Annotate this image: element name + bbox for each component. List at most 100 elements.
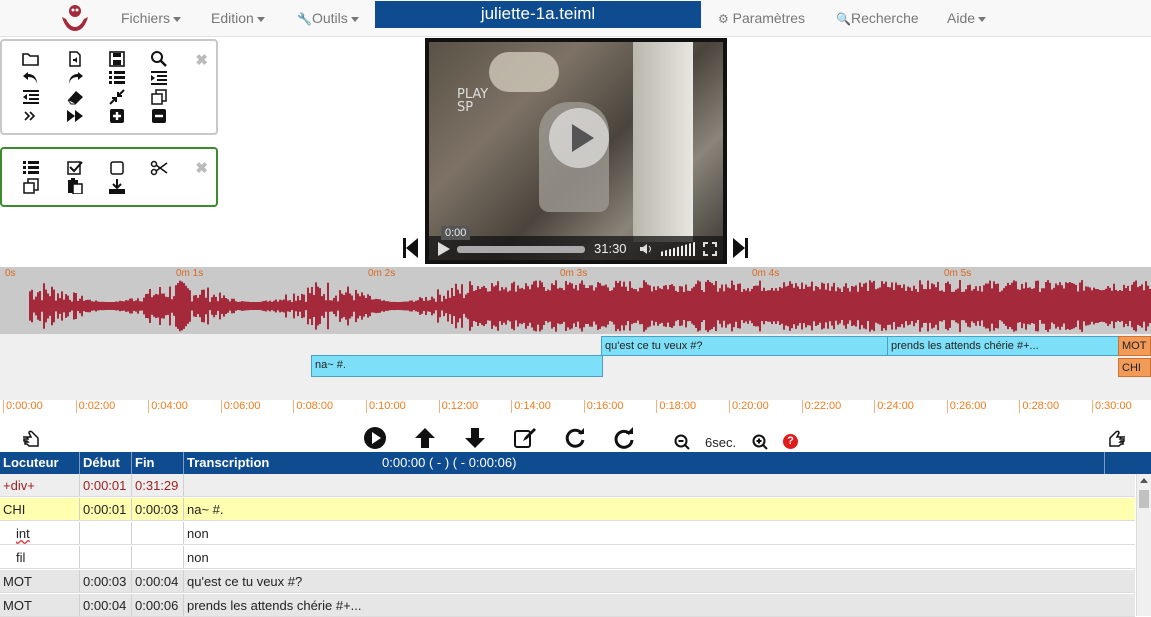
save-icon[interactable] <box>108 51 126 67</box>
column-header-start[interactable]: Début <box>80 452 132 474</box>
transcription-cell[interactable]: na~ #. <box>184 498 1135 520</box>
eraser-icon[interactable] <box>66 89 84 105</box>
ruler-tick-label: 0:08:00 <box>293 400 333 413</box>
menu-edition[interactable]: Edition <box>211 10 265 26</box>
ruler-tick-label: 0:00:00 <box>3 400 43 413</box>
skip-back-icon[interactable] <box>403 237 419 259</box>
waveform-path <box>29 280 1151 332</box>
seek-bar[interactable] <box>457 246 585 253</box>
segment-block[interactable]: CHI <box>1118 358 1151 377</box>
transcription-cell[interactable]: prends les attends chérie #+... <box>184 594 1135 616</box>
open-folder-icon[interactable] <box>22 51 40 67</box>
start-cell <box>80 546 132 568</box>
video-controls: 0:00 31:30 <box>429 226 723 262</box>
compress-icon[interactable] <box>108 89 126 105</box>
ruler-tick-label: 0:04:00 <box>148 400 188 413</box>
transcription-cell[interactable] <box>184 474 1135 496</box>
menu-recherche[interactable]: 🔍Recherche <box>836 10 919 26</box>
table-scrollbar[interactable] <box>1136 474 1151 616</box>
column-header-speaker[interactable]: Locuteur <box>0 452 80 474</box>
menu-parametres[interactable]: ⚙ Paramètres <box>718 10 805 26</box>
list-icon[interactable] <box>22 160 40 176</box>
play-circle-icon[interactable] <box>363 426 387 450</box>
search-icon[interactable] <box>150 51 168 67</box>
search-icon: 🔍 <box>836 12 851 26</box>
video-osd: PLAY SP <box>457 88 488 114</box>
indent-icon[interactable] <box>150 70 168 86</box>
minus-square-icon[interactable] <box>150 108 168 124</box>
segment-block[interactable]: qu'est ce tu veux #? <box>601 336 889 356</box>
close-icon[interactable]: ✖ <box>195 51 208 69</box>
zoom-in-icon[interactable] <box>752 434 768 450</box>
undo-icon[interactable] <box>22 70 40 86</box>
table-row[interactable]: CHI 0:00:01 0:00:03 na~ #. <box>0 498 1135 521</box>
table-row[interactable]: MOT 0:00:03 0:00:04 qu'est ce tu veux #? <box>0 570 1135 593</box>
table-row[interactable]: int non <box>0 522 1135 545</box>
waveform-label: 0s <box>5 268 16 279</box>
transcription-cell[interactable]: qu'est ce tu veux #? <box>184 570 1135 592</box>
ruler-tick-label: 0:12:00 <box>438 400 478 413</box>
arrow-up-icon[interactable] <box>413 426 437 450</box>
fast-forward-icon[interactable] <box>66 108 84 124</box>
caret-down-icon <box>173 16 182 22</box>
menu-fichiers[interactable]: Fichiers <box>121 10 182 26</box>
play-icon[interactable] <box>437 241 451 257</box>
help-icon[interactable]: ? <box>783 434 798 449</box>
hand-point-right-icon[interactable] <box>1104 427 1128 451</box>
transcript-table-header: Locuteur Début Fin Transcription 0:00:00… <box>0 452 1151 474</box>
waveform[interactable]: 0s 0m 1s 0m 2s 0m 3s 0m 4s 0m 5s <box>0 267 1151 334</box>
volume-slider[interactable] <box>661 242 695 256</box>
ruler-tick-label: 0:06:00 <box>220 400 261 413</box>
speaker-cell: CHI <box>0 498 80 520</box>
angle-double-right-icon[interactable] <box>22 108 40 124</box>
table-row[interactable]: fil non <box>0 546 1135 569</box>
column-header-end[interactable]: Fin <box>132 452 184 474</box>
transcription-cell[interactable]: non <box>184 522 1135 544</box>
download-icon[interactable] <box>108 178 126 194</box>
big-play-icon[interactable] <box>549 108 609 168</box>
plus-square-icon[interactable] <box>108 108 126 124</box>
edit-icon[interactable] <box>513 426 537 450</box>
waveform-label: 0m 5s <box>944 268 972 279</box>
redo-icon[interactable] <box>66 70 84 86</box>
table-row[interactable]: +div+ 0:00:01 0:31:29 <box>0 474 1135 497</box>
redo-circle-icon[interactable] <box>612 426 636 450</box>
volume-icon[interactable] <box>639 242 653 256</box>
segment-block[interactable]: na~ #. <box>311 355 603 377</box>
fullscreen-icon[interactable] <box>703 242 717 256</box>
segment-block[interactable]: MOT <box>1118 336 1151 356</box>
checkbox-checked-icon[interactable] <box>66 160 84 176</box>
arrow-down-icon[interactable] <box>463 426 487 450</box>
file-title: juliette-1a.teiml <box>375 1 701 28</box>
ruler-tick-label: 0:02:00 <box>75 400 115 413</box>
skip-forward-icon[interactable] <box>732 237 748 259</box>
close-icon[interactable]: ✖ <box>195 159 208 177</box>
menu-outils[interactable]: 🔧Outils <box>297 10 359 26</box>
video-player[interactable]: PLAY SP 0:00 31:30 <box>425 38 727 264</box>
list-icon[interactable] <box>108 70 126 86</box>
scissors-icon[interactable] <box>150 160 168 176</box>
copy-icon[interactable] <box>150 89 168 105</box>
zoom-out-icon[interactable] <box>674 434 690 450</box>
paste-icon[interactable] <box>66 178 84 194</box>
checkbox-empty-icon[interactable] <box>108 160 126 176</box>
refresh-icon[interactable] <box>563 426 587 450</box>
hand-point-left-icon[interactable] <box>20 427 44 451</box>
duration: 31:30 <box>594 241 627 256</box>
timeline-ruler[interactable]: 0:00:00 0:02:00 0:04:00 0:06:00 0:08:00 0:10:… <box>0 400 1151 418</box>
outdent-icon[interactable] <box>22 89 40 105</box>
menu-aide[interactable]: Aide <box>947 10 987 26</box>
copy-icon[interactable] <box>22 178 40 194</box>
tier-name-cell: int <box>0 522 80 544</box>
speaker-cell: +div+ <box>0 474 80 496</box>
transcription-cell[interactable]: non <box>184 546 1135 568</box>
column-header-transcription[interactable]: Transcription <box>184 452 1105 474</box>
ruler-tick-label: 0:16:00 <box>583 400 624 413</box>
open-media-file-icon[interactable] <box>66 51 84 67</box>
waveform-label: 0m 2s <box>368 268 396 279</box>
app-logo-icon[interactable] <box>58 3 92 33</box>
scroll-thumb[interactable] <box>1139 490 1149 508</box>
segment-block[interactable]: prends les attends chérie #+... <box>887 336 1119 356</box>
scroll-up-icon[interactable] <box>1140 478 1148 483</box>
table-row[interactable]: MOT 0:00:04 0:00:06 prends les attends c… <box>0 594 1135 617</box>
